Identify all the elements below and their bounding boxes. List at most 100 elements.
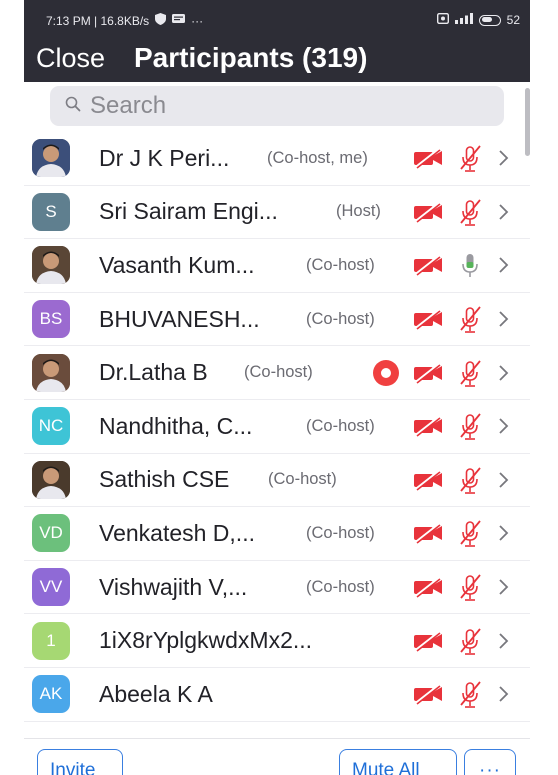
avatar-initials: VD <box>32 514 70 553</box>
video-off-icon <box>413 254 443 277</box>
participant-name: Abeela K A <box>99 680 213 707</box>
participant-name: Sri Sairam Engi... <box>99 198 278 225</box>
avatar-initials-text: 1 <box>46 630 56 650</box>
search-bar[interactable] <box>50 86 504 126</box>
participant-row[interactable]: Vasanth Kum... (Co-host) <box>24 239 530 293</box>
chevron-right-icon[interactable] <box>497 201 511 223</box>
avatar-initials: VV <box>32 568 70 607</box>
participant-role: (Co-host) <box>244 363 313 382</box>
participant-row[interactable]: NC Nandhitha, C... (Co-host) <box>24 400 530 454</box>
chevron-right-icon[interactable] <box>497 415 511 437</box>
mute-all-button[interactable]: Mute All <box>339 749 457 775</box>
avatar-photo <box>32 246 70 285</box>
screenshot-icon <box>436 12 449 27</box>
video-off-icon <box>413 308 443 330</box>
footer-bar: Invite Mute All ··· <box>24 738 530 775</box>
chevron-right-icon[interactable] <box>497 147 511 169</box>
avatar-initials-text: BS <box>39 309 63 329</box>
avatar-photo <box>32 139 70 178</box>
video-off-icon <box>413 522 443 545</box>
chevron-right-icon[interactable] <box>497 630 511 652</box>
mic-muted-icon <box>458 412 482 441</box>
participant-role: (Co-host) <box>306 416 375 435</box>
participant-name: Vasanth Kum... <box>99 251 255 278</box>
header-bar: 7:13 PM | 16.8KB/s ··· 52 Close Particip… <box>24 0 530 82</box>
more-button[interactable]: ··· <box>464 749 516 775</box>
chevron-right-icon[interactable] <box>497 308 511 330</box>
participant-row[interactable]: Sathish CSE (Co-host) <box>24 454 530 508</box>
avatar-initials-text: VD <box>39 523 63 543</box>
shield-icon <box>155 13 167 28</box>
chevron-right-icon[interactable] <box>497 469 511 491</box>
video-off-icon <box>413 683 443 705</box>
mic-muted-icon <box>458 144 482 173</box>
chevron-right-icon[interactable] <box>497 362 511 384</box>
participant-role: (Co-host, me) <box>267 148 368 167</box>
battery-icon <box>478 14 501 26</box>
mic-muted-icon <box>458 305 482 333</box>
avatar-initials: BS <box>32 300 70 339</box>
participant-row[interactable]: S Sri Sairam Engi... (Host) <box>24 186 530 240</box>
participant-role: (Co-host) <box>306 255 375 274</box>
participant-row[interactable]: Dr.Latha B (Co-host) <box>24 346 530 400</box>
avatar-initials-text: NC <box>38 416 64 436</box>
invite-button[interactable]: Invite <box>37 749 123 775</box>
participant-row[interactable]: BS BHUVANESH... (Co-host) <box>24 293 530 347</box>
chevron-right-icon[interactable] <box>497 576 511 598</box>
video-off-icon <box>413 630 443 652</box>
status-time-speed: 7:13 PM | 16.8KB/s <box>46 13 150 28</box>
status-more-dots: ··· <box>191 13 204 28</box>
participant-name: 1iX8rYplgkwdxMx2... <box>99 627 313 654</box>
avatar-initials: NC <box>32 407 70 446</box>
message-icon <box>172 13 186 28</box>
participant-role: (Co-host) <box>306 309 375 328</box>
participant-row[interactable]: VD Venkatesh D,... (Co-host) <box>24 507 530 561</box>
nav-row: Close Participants (319) <box>24 40 530 80</box>
mic-muted-icon <box>458 680 482 709</box>
participant-row[interactable]: AK Abeela K A <box>24 668 530 722</box>
avatar-initials: 1 <box>32 621 70 660</box>
signal-icon <box>454 13 473 27</box>
mic-muted-icon <box>458 573 482 601</box>
mic-muted-icon <box>458 627 482 655</box>
mic-on-icon <box>458 251 482 279</box>
recording-icon <box>373 359 399 386</box>
mic-muted-icon <box>458 466 482 494</box>
avatar-photo <box>32 460 70 499</box>
avatar-initials-text: AK <box>39 684 63 704</box>
close-button[interactable]: Close <box>36 43 105 74</box>
avatar-photo <box>32 353 70 392</box>
chevron-right-icon[interactable] <box>497 522 511 544</box>
status-bar: 7:13 PM | 16.8KB/s ··· 52 <box>24 0 530 40</box>
participant-row[interactable]: VV Vishwajith V,... (Co-host) <box>24 561 530 615</box>
participant-role: (Co-host) <box>306 523 375 542</box>
video-off-icon <box>413 201 443 223</box>
page-title: Participants (319) <box>134 42 368 73</box>
participant-row[interactable]: 1 1iX8rYplgkwdxMx2... <box>24 614 530 668</box>
battery-level: 52 <box>506 13 520 27</box>
search-icon <box>64 95 82 118</box>
video-off-icon <box>413 415 443 437</box>
mic-muted-icon <box>458 198 482 226</box>
video-off-icon <box>413 147 443 169</box>
video-off-icon <box>413 576 443 598</box>
participant-name: Dr J K Peri... <box>99 144 230 171</box>
participant-name: Dr.Latha B <box>99 359 208 386</box>
participant-role: (Host) <box>336 202 381 221</box>
participant-name: Sathish CSE <box>99 466 230 493</box>
zoom-participants-screen: 7:13 PM | 16.8KB/s ··· 52 Close Particip… <box>24 0 530 775</box>
avatar-initials-text: S <box>45 201 57 221</box>
avatar-initials-text: VV <box>39 577 63 597</box>
mic-muted-icon <box>458 519 482 548</box>
chevron-right-icon[interactable] <box>497 683 511 705</box>
search-input[interactable] <box>90 92 470 120</box>
participant-name: BHUVANESH... <box>99 305 260 332</box>
avatar-initials: AK <box>32 675 70 714</box>
participant-role: (Co-host) <box>268 470 337 489</box>
participant-name: Vishwajith V,... <box>99 573 248 600</box>
participant-row[interactable]: Dr J K Peri... (Co-host, me) <box>24 132 530 186</box>
chevron-right-icon[interactable] <box>497 254 511 276</box>
video-off-icon <box>413 469 443 491</box>
participant-role: (Co-host) <box>306 577 375 596</box>
participant-list: Dr J K Peri... (Co-host, me) S Sri Sairam E… <box>24 132 530 722</box>
